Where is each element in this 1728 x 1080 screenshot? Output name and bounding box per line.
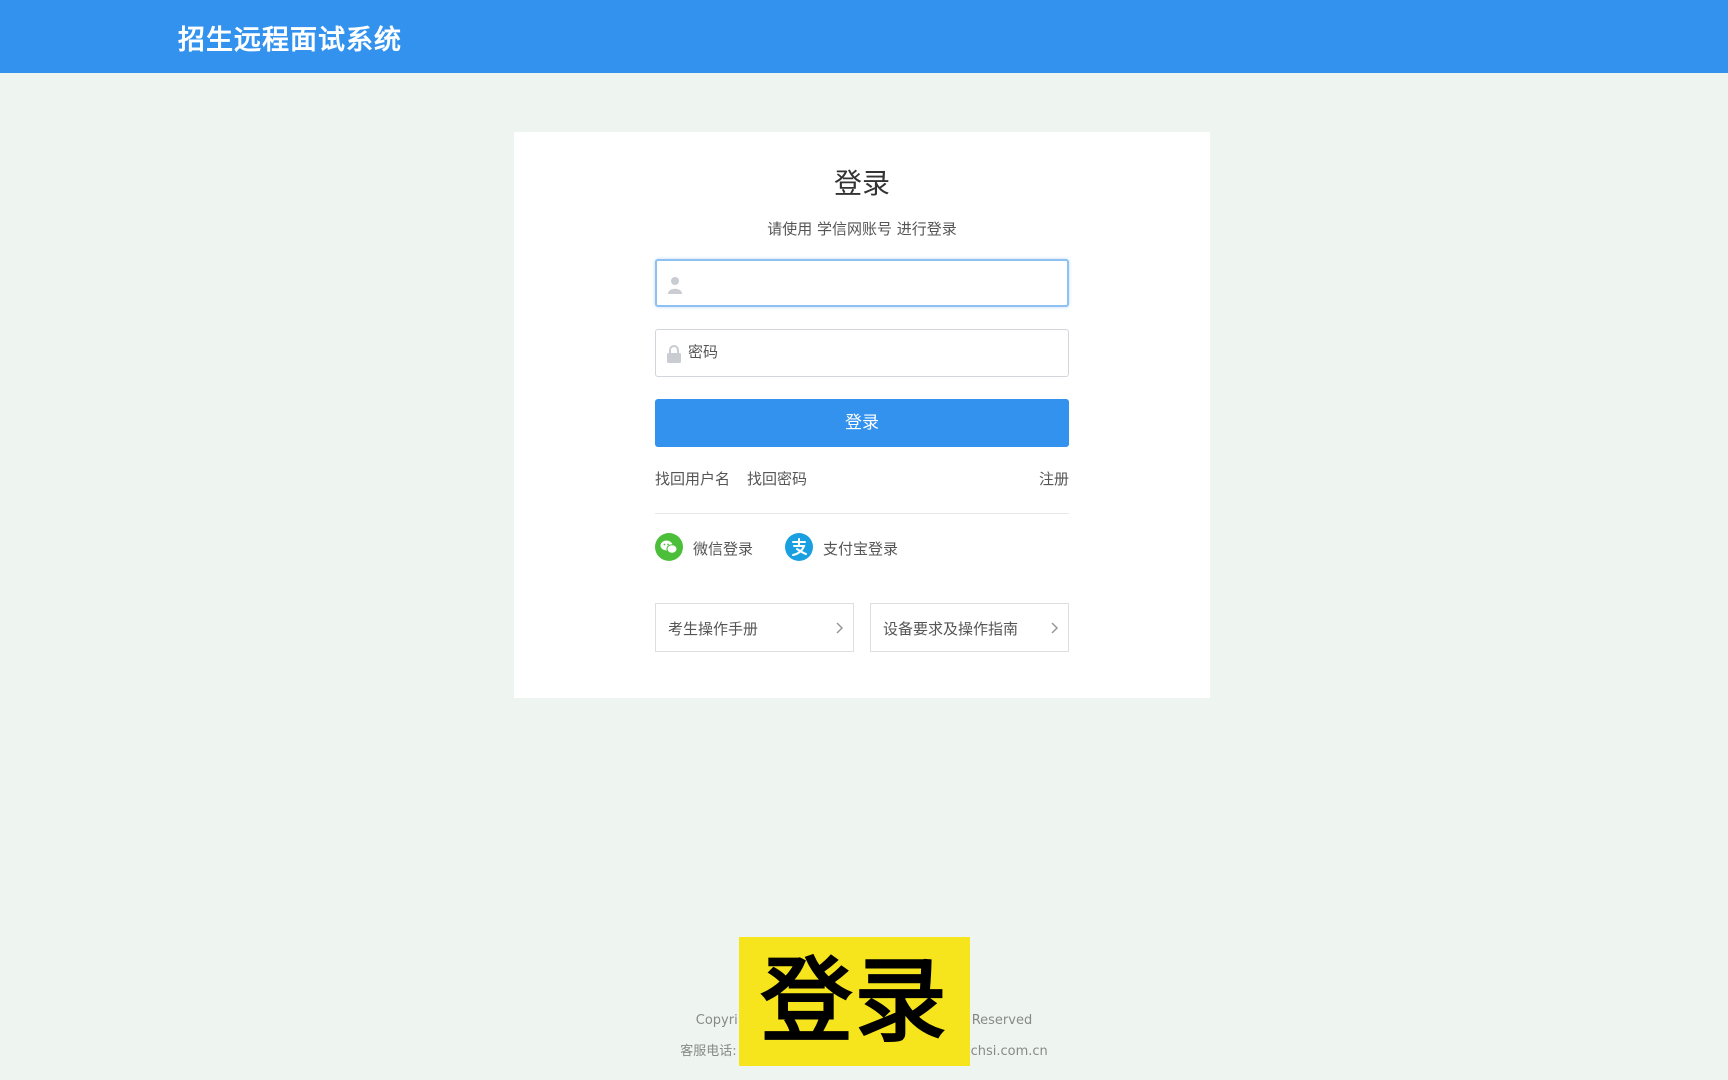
lock-icon [667, 345, 681, 363]
login-title: 登录 [833, 167, 890, 200]
username-input[interactable] [689, 261, 1059, 305]
footer-copyright-right: Reserved [971, 1013, 1033, 1028]
password-input[interactable] [688, 330, 1058, 374]
wechat-login-label: 微信登录 [693, 540, 754, 558]
footer-contact-right: chsi.com.cn [970, 1044, 1048, 1059]
user-icon [668, 277, 682, 294]
alipay-login[interactable]: 支付宝登录 [785, 533, 915, 563]
chevron-right-icon [836, 622, 844, 634]
password-field[interactable] [655, 329, 1069, 377]
alipay-login-label: 支付宝登录 [823, 540, 899, 558]
login-subtitle: 请使用 学信网账号 进行登录 [767, 220, 957, 238]
footer-copyright-left: Copyri [695, 1013, 738, 1028]
login-button[interactable]: 登录 [655, 399, 1069, 447]
device-guide-label: 设备要求及操作指南 [883, 620, 1019, 638]
username-field[interactable] [655, 259, 1069, 307]
account-links: 找回用户名 找回密码 注册 [655, 468, 1069, 488]
device-guide-button[interactable]: 设备要求及操作指南 [870, 603, 1069, 652]
system-title: 招生远程面试系统 [178, 25, 402, 56]
footer-contact-left: 客服电话: [680, 1044, 737, 1059]
alipay-icon [785, 533, 813, 561]
divider [655, 513, 1069, 514]
candidate-manual-button[interactable]: 考生操作手册 [655, 603, 854, 652]
login-card: 登录 请使用 学信网账号 进行登录 登录 找回用户名 找回密码 注册 微信登录 [514, 132, 1210, 698]
top-bar: 招生远程面试系统 [0, 0, 1728, 73]
wechat-icon [655, 533, 683, 561]
caption-overlay: 登录 [739, 937, 970, 1066]
recover-password-link[interactable]: 找回密码 [747, 468, 807, 489]
recover-username-link[interactable]: 找回用户名 [655, 468, 730, 489]
register-link[interactable]: 注册 [1039, 468, 1069, 489]
chevron-right-icon [1051, 622, 1059, 634]
wechat-login[interactable]: 微信登录 [655, 533, 765, 563]
candidate-manual-label: 考生操作手册 [668, 620, 759, 638]
